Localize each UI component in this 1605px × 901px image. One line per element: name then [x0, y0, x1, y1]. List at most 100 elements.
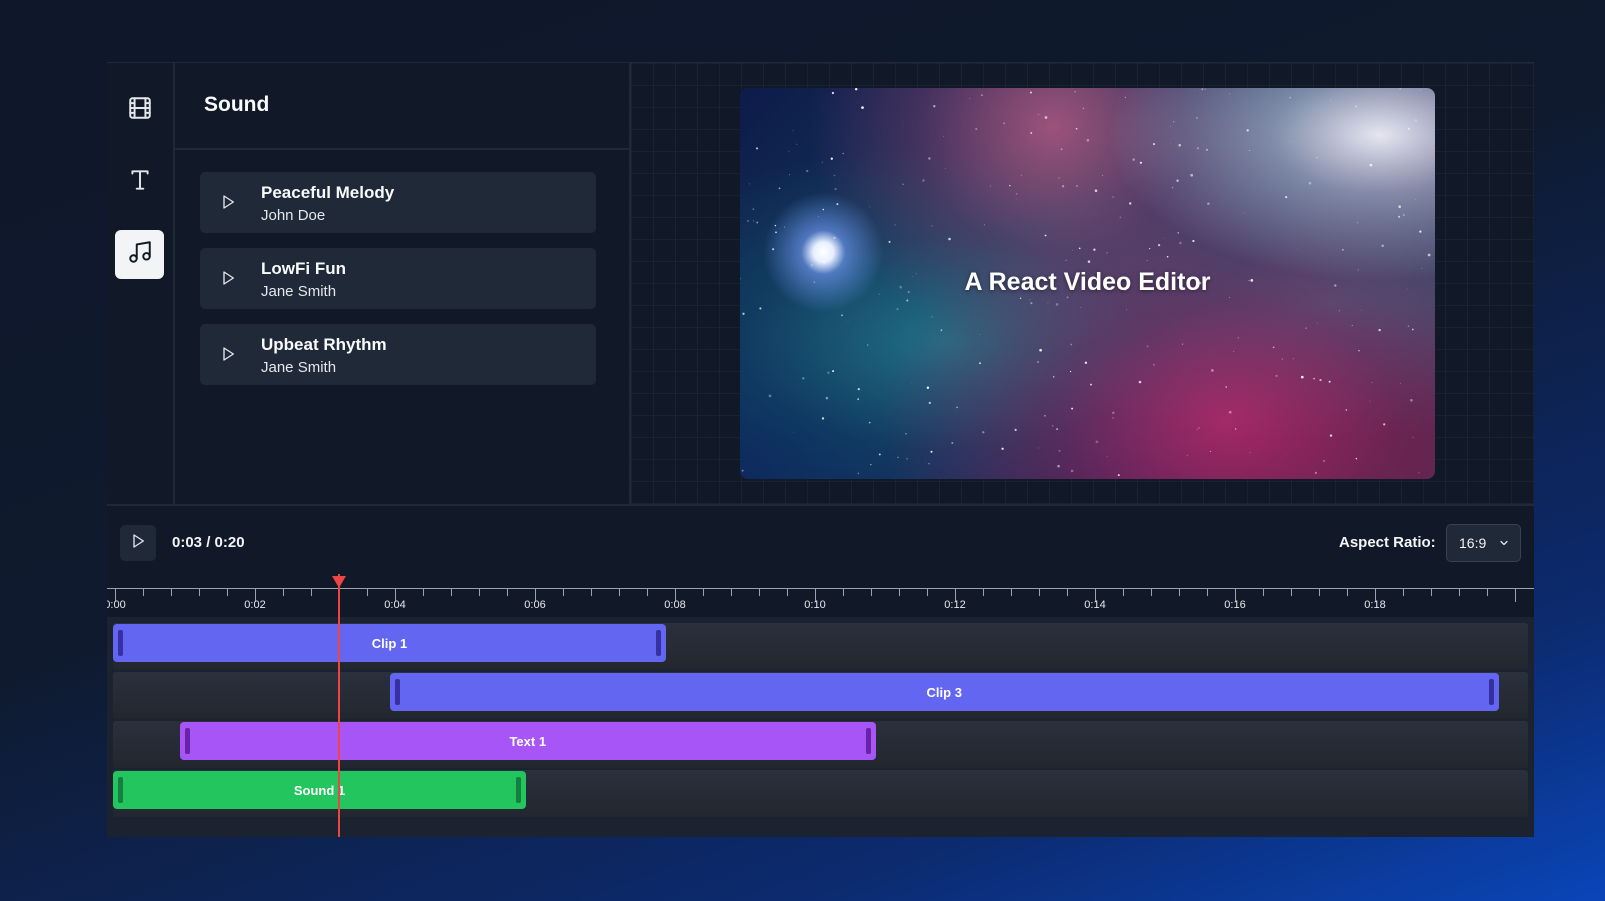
- star-dot: [1419, 230, 1422, 233]
- star-dot: [1398, 215, 1401, 218]
- star-dot: [1166, 255, 1169, 258]
- clip-resize-handle-right[interactable]: [1489, 679, 1494, 705]
- star-dot: [1157, 243, 1161, 247]
- star-dot: [825, 396, 829, 400]
- star-dot: [833, 174, 836, 177]
- ruler-minor-tick: [983, 588, 984, 596]
- track-name: Upbeat Rhythm: [261, 335, 387, 354]
- clip-resize-handle-right[interactable]: [656, 630, 661, 656]
- timeline-tracks: Clip 1 Clip 3 Text 1 Sound 1: [107, 617, 1534, 837]
- ruler-time-label: 0:14: [1084, 599, 1106, 611]
- star-dot: [896, 308, 899, 311]
- star-dot: [956, 406, 958, 409]
- star-dot: [741, 469, 744, 472]
- star-dot: [1206, 148, 1208, 151]
- star-dot: [933, 105, 936, 108]
- ruler-minor-tick: [143, 588, 144, 596]
- star-dot: [1194, 90, 1196, 92]
- star-dot: [1084, 361, 1088, 364]
- star-dot: [1275, 374, 1278, 377]
- playhead-handle[interactable]: [332, 576, 346, 588]
- star-dot: [1398, 205, 1401, 208]
- ruler-minor-tick: [1487, 588, 1488, 596]
- timeline-ruler[interactable]: 0:00 0:02 0:04 0:06 0:08 0:10 0:12 0:14 0:16 0:18: [107, 574, 1534, 617]
- ruler-time-label: 0:12: [944, 599, 966, 611]
- star-dot: [1272, 346, 1275, 349]
- star-dot: [1399, 383, 1401, 385]
- play-button[interactable]: [120, 525, 156, 561]
- clip-resize-handle-left[interactable]: [118, 777, 123, 803]
- play-icon[interactable]: [216, 190, 240, 214]
- ruler-minor-tick: [647, 588, 648, 596]
- star-dot: [1078, 247, 1081, 250]
- sound-track-item[interactable]: LowFi Fun Jane Smith: [200, 248, 596, 309]
- sound-tool-button[interactable]: [115, 230, 164, 279]
- ruler-minor-tick: [899, 588, 900, 596]
- clip-resize-handle-left[interactable]: [184, 728, 190, 754]
- video-preview-canvas[interactable]: A React Video Editor: [740, 88, 1435, 479]
- star-dot: [1317, 322, 1318, 324]
- star-dot: [1361, 309, 1362, 311]
- star-dot: [1407, 325, 1410, 327]
- star-dot: [1190, 173, 1194, 177]
- video-tool-button[interactable]: [115, 86, 164, 135]
- star-dot: [869, 206, 870, 208]
- ruler-minor-tick: [1431, 588, 1432, 596]
- aspect-ratio-select[interactable]: 16:9: [1446, 524, 1521, 562]
- video-clip[interactable]: Clip 1: [113, 624, 666, 662]
- sound-track-item[interactable]: Peaceful Melody John Doe: [200, 172, 596, 233]
- star-dot: [836, 203, 839, 206]
- play-icon[interactable]: [216, 342, 240, 366]
- star-dot: [1058, 177, 1060, 179]
- star-dot: [756, 221, 759, 224]
- star-dot: [778, 187, 781, 190]
- star-dot: [1060, 148, 1063, 151]
- star-dot: [911, 382, 913, 384]
- star-dot: [1243, 212, 1245, 214]
- preview-overlay-text[interactable]: A React Video Editor: [740, 268, 1435, 297]
- star-dot: [1356, 222, 1358, 224]
- star-dot: [821, 417, 825, 420]
- star-dot: [1198, 427, 1200, 429]
- clip-resize-handle-left[interactable]: [118, 630, 123, 656]
- star-dot: [1039, 348, 1042, 352]
- ruler-minor-tick: [927, 588, 928, 596]
- star-dot: [930, 450, 933, 453]
- star-dot: [833, 236, 836, 240]
- star-dot: [1371, 382, 1373, 383]
- ruler-time-label: 0:16: [1224, 599, 1246, 611]
- star-dot: [969, 98, 971, 100]
- clip-resize-handle-right[interactable]: [866, 728, 871, 754]
- playhead[interactable]: [338, 574, 340, 837]
- sound-track-item[interactable]: Upbeat Rhythm Jane Smith: [200, 324, 596, 385]
- star-dot: [830, 157, 833, 160]
- star-dot: [1196, 117, 1198, 119]
- star-dot: [1082, 107, 1084, 109]
- star-dot: [1186, 454, 1188, 456]
- star-dot: [1058, 449, 1061, 452]
- star-dot: [1172, 121, 1175, 123]
- star-dot: [979, 334, 981, 335]
- star-dot: [1074, 91, 1076, 93]
- star-dot: [1090, 383, 1092, 386]
- text-clip[interactable]: Text 1: [179, 722, 876, 760]
- star-dot: [1044, 234, 1047, 237]
- star-dot: [868, 421, 871, 424]
- star-dot: [928, 157, 931, 160]
- clip-resize-handle-left[interactable]: [394, 679, 400, 705]
- video-clip[interactable]: Clip 3: [389, 673, 1499, 711]
- star-dot: [1086, 139, 1090, 142]
- track-name: LowFi Fun: [261, 259, 346, 278]
- sound-clip[interactable]: Sound 1: [113, 771, 526, 809]
- clip-resize-handle-right[interactable]: [516, 777, 521, 803]
- aspect-ratio-value: 16:9: [1459, 535, 1487, 551]
- preview-area: A React Video Editor: [631, 63, 1534, 504]
- star-dot: [1178, 143, 1181, 147]
- star-dot: [1228, 410, 1232, 414]
- star-dot: [1126, 309, 1128, 311]
- ruler-minor-tick: [731, 588, 732, 596]
- star-dot: [878, 453, 881, 456]
- play-icon[interactable]: [216, 266, 240, 290]
- text-tool-button[interactable]: [115, 158, 164, 207]
- star-dot: [1132, 158, 1135, 161]
